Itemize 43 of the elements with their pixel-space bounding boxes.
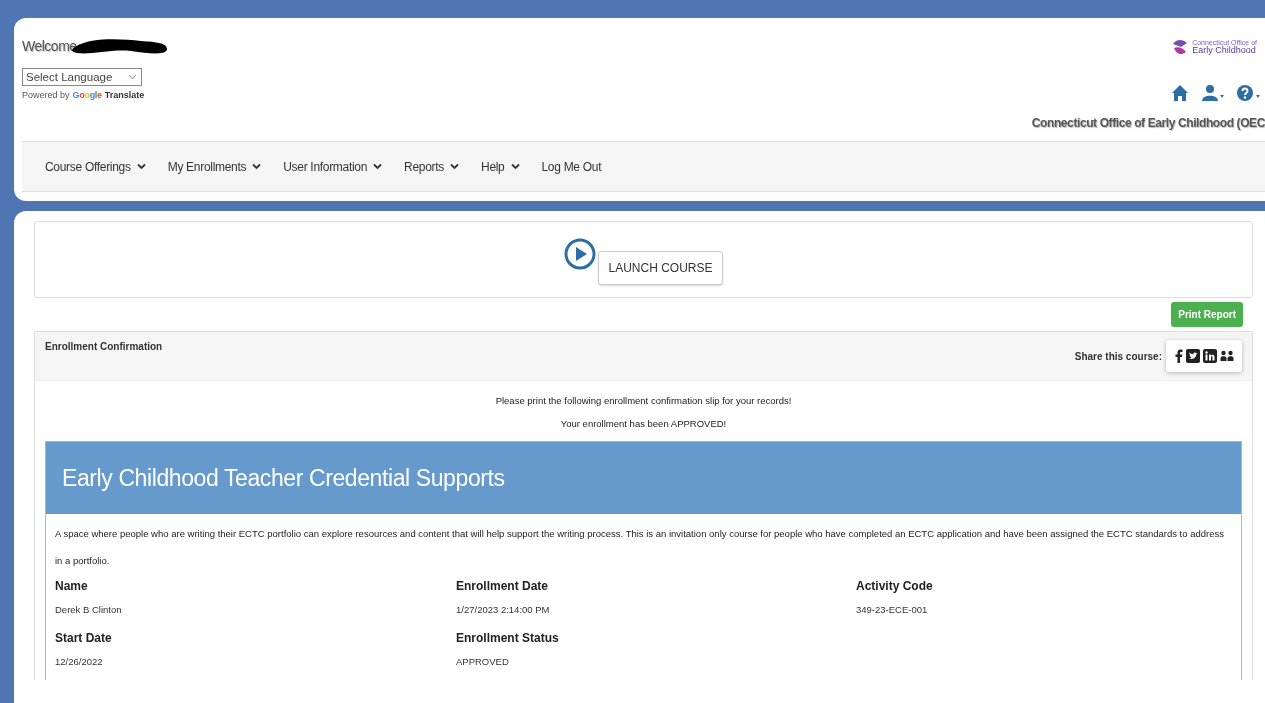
linkedin-icon[interactable]	[1203, 349, 1217, 363]
nav-menu-item[interactable]: Help	[470, 159, 531, 174]
field-value: 349-23-ECE-001	[856, 603, 929, 617]
chevron-icon	[510, 163, 520, 170]
chevron-icon	[373, 163, 383, 170]
play-icon[interactable]	[564, 237, 597, 270]
field-label: Name	[55, 578, 89, 595]
nav-menu-item[interactable]: User Information	[272, 159, 394, 174]
language-select[interactable]: Select Language	[22, 68, 142, 86]
field-value: 12/26/2022	[55, 655, 104, 669]
translate-text: Translate	[104, 90, 145, 100]
chevron-icon	[450, 163, 459, 170]
panel-title: Enrollment Confirmation	[45, 341, 163, 352]
field-value: APPROVED	[456, 655, 510, 669]
nav-menu-item[interactable]: Log Me Out	[530, 159, 613, 174]
share-label: Share this course:	[1074, 350, 1162, 362]
home-icon[interactable]	[1171, 84, 1189, 102]
google-logo: Google	[72, 90, 102, 100]
field-value: 1/27/2023 2:14:00 PM	[456, 603, 551, 617]
field-label: Activity Code	[856, 578, 934, 595]
confirmation-message: Please print the following enrollment confirmation slip for your records!	[494, 395, 793, 406]
field-label: Enrollment Date	[456, 578, 549, 595]
facebook-icon[interactable]	[1174, 349, 1183, 363]
nav-menu-item[interactable]: Course Offerings	[34, 159, 157, 174]
chevron-icon	[252, 163, 262, 170]
course-title: Early Childhood Teacher Credential Supports	[62, 464, 505, 492]
people-icon[interactable]	[1220, 349, 1234, 363]
powered-by-text: Powered by	[22, 90, 70, 100]
chevron-icon	[136, 163, 146, 170]
course-description: A space where people who are writing their ECTC portfolio can explore resources and content that will help support the writing process. This is an invitation only course for people who have completed an ECTC application and have been assigned the ECTC standards to address in a portfolio.	[55, 527, 1225, 568]
twitter-icon[interactable]	[1186, 349, 1200, 363]
field-label: Start Date	[55, 630, 113, 647]
field-value: Derek B Clinton	[55, 603, 123, 617]
confirmation-message: Your enrollment has been APPROVED!	[559, 418, 728, 429]
launch-course-button[interactable]: LAUNCH COURSE	[598, 250, 723, 285]
help-icon[interactable]	[1237, 84, 1261, 102]
field-label: Enrollment Status	[456, 630, 560, 647]
user-icon[interactable]	[1201, 84, 1225, 102]
caret-icon	[128, 74, 137, 80]
nav-menu-item[interactable]: Reports	[393, 159, 470, 174]
nav-menu-item[interactable]: My Enrollments	[156, 159, 273, 174]
organization-name: Connecticut Office of Early Childhood (OEC	[1031, 116, 1265, 130]
welcome-text: Welcome	[22, 38, 77, 54]
